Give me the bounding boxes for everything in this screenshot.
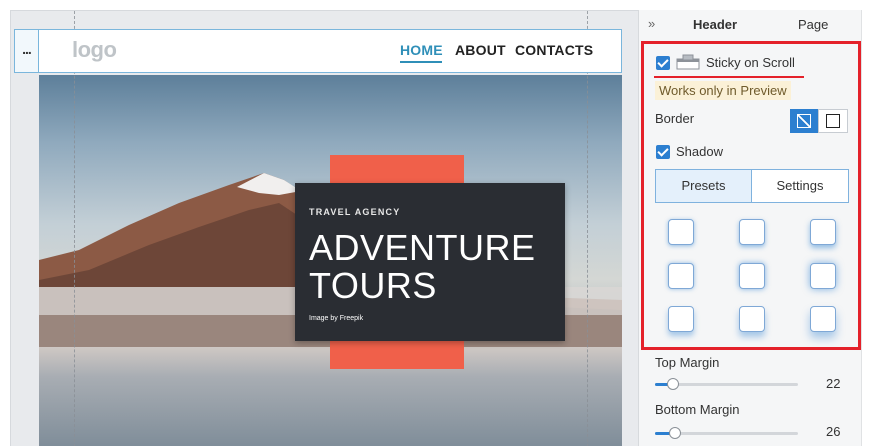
promo-title-line2: TOURS: [309, 265, 437, 306]
panel-tabs: » Header Page: [639, 10, 863, 38]
top-margin-value: 22: [826, 376, 841, 391]
nav-about-link[interactable]: ABOUT: [455, 42, 506, 58]
tab-header[interactable]: Header: [693, 17, 737, 32]
site-canvas: ... logo HOME ABOUT CONTACTS TRAVEL AGEN…: [10, 10, 638, 446]
block-menu-button[interactable]: ...: [15, 30, 39, 72]
site-logo[interactable]: logo: [72, 37, 117, 63]
bottom-margin-value: 26: [826, 424, 841, 439]
bottom-margin-label: Bottom Margin: [655, 402, 740, 417]
nav-active-underline: [400, 61, 442, 63]
collapse-panel-icon[interactable]: »: [648, 16, 655, 31]
header-block[interactable]: ... logo HOME ABOUT CONTACTS: [14, 29, 622, 73]
annotation-highlight-box: [641, 41, 861, 350]
top-margin-slider-thumb[interactable]: [667, 378, 679, 390]
bottom-margin-slider-thumb[interactable]: [669, 427, 681, 439]
bottom-margin-slider[interactable]: [655, 427, 798, 439]
top-margin-label: Top Margin: [655, 355, 720, 370]
nav-contacts-link[interactable]: CONTACTS: [515, 42, 593, 58]
top-margin-slider[interactable]: [655, 378, 798, 390]
layout-guide-right: [587, 11, 588, 446]
editor-window: ... logo HOME ABOUT CONTACTS TRAVEL AGEN…: [0, 0, 869, 446]
tab-page[interactable]: Page: [798, 17, 828, 32]
image-credit: Image by Freepik: [309, 315, 364, 322]
promo-title: ADVENTURE TOURS: [309, 229, 536, 305]
layout-guide-left: [74, 11, 75, 446]
promo-kicker: TRAVEL AGENCY: [309, 207, 401, 217]
nav-home-link[interactable]: HOME: [400, 42, 443, 58]
promo-card[interactable]: TRAVEL AGENCY ADVENTURE TOURS Image by F…: [295, 183, 565, 341]
promo-title-line1: ADVENTURE: [309, 227, 536, 268]
